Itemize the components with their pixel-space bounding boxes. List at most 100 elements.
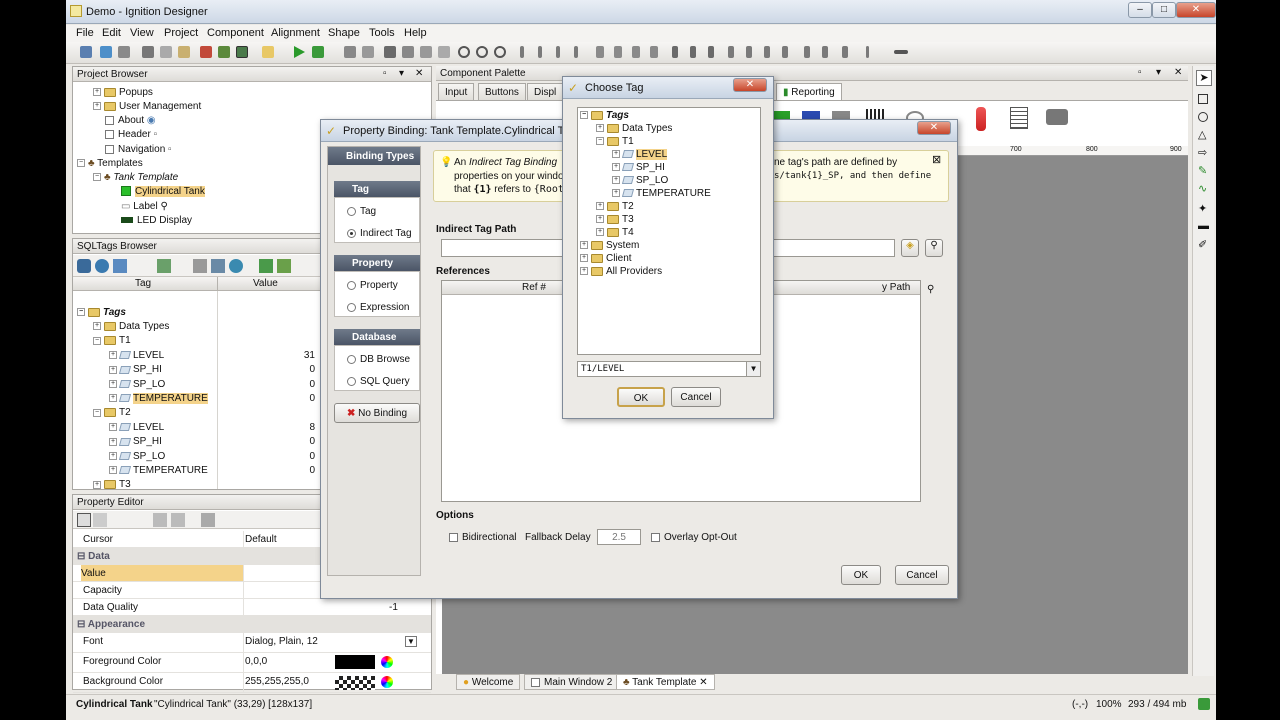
choose-temperature[interactable]: + TEMPERATURE bbox=[612, 188, 711, 199]
tag-browse-button[interactable]: ◈ bbox=[901, 239, 919, 257]
send-back-icon[interactable] bbox=[746, 46, 752, 58]
expand-icon[interactable]: + bbox=[109, 451, 117, 460]
choose-t1[interactable]: − T1 bbox=[596, 136, 634, 147]
tab-main-window-2[interactable]: Main Window 2 bbox=[524, 674, 620, 690]
tag-row[interactable]: + T3 bbox=[93, 479, 131, 490]
expand-icon[interactable]: − bbox=[93, 336, 101, 345]
overlay-opt-out-checkbox[interactable]: Overlay Opt-Out bbox=[651, 532, 737, 543]
tag-row[interactable]: + Data Types bbox=[93, 321, 169, 332]
palette-menu-icon[interactable]: ▾ bbox=[1156, 67, 1161, 78]
add-ref-icon[interactable]: ⚲ bbox=[927, 284, 934, 295]
choose-sp-lo[interactable]: + SP_LO bbox=[612, 175, 668, 186]
menu-shape[interactable]: Shape bbox=[328, 27, 360, 39]
binding-close-button[interactable]: ✕ bbox=[917, 121, 951, 135]
thermometer-icon[interactable] bbox=[976, 107, 986, 131]
flip-h-icon[interactable] bbox=[690, 46, 696, 58]
tree-item-header[interactable]: Header ▫ bbox=[105, 129, 157, 140]
rotate-icon[interactable] bbox=[672, 46, 678, 58]
dropdown-arrow-icon[interactable]: ▼ bbox=[746, 362, 760, 376]
dropdown-arrow-icon[interactable]: ▼ bbox=[405, 636, 417, 647]
radio-sql-query[interactable]: SQL Query bbox=[347, 376, 410, 387]
pointer-tool-icon[interactable]: ➤ bbox=[1196, 70, 1212, 86]
menu-component[interactable]: Component bbox=[207, 27, 264, 39]
export-icon[interactable] bbox=[277, 259, 291, 273]
radio-tag[interactable]: Tag bbox=[347, 206, 376, 217]
fallback-spinner[interactable]: 2.5 bbox=[597, 529, 641, 545]
sort-icon[interactable] bbox=[93, 513, 107, 527]
col-path[interactable]: y Path bbox=[882, 282, 910, 293]
tree-item-popups[interactable]: + Popups bbox=[93, 87, 153, 98]
menu-view[interactable]: View bbox=[130, 27, 154, 39]
tag-row[interactable]: − T2 bbox=[93, 407, 131, 418]
flip-v-icon[interactable] bbox=[708, 46, 714, 58]
menu-project[interactable]: Project bbox=[164, 27, 198, 39]
property-value[interactable]: Dialog, Plain, 12 bbox=[245, 636, 318, 647]
tab-display[interactable]: Displ bbox=[527, 83, 564, 100]
group-icon[interactable] bbox=[402, 46, 414, 58]
refresh-icon[interactable] bbox=[95, 259, 109, 273]
color-picker-icon[interactable] bbox=[381, 676, 393, 688]
col-ref[interactable]: Ref # bbox=[522, 282, 546, 293]
pencil-tool-icon[interactable]: ✎ bbox=[1198, 164, 1207, 177]
new-window-icon[interactable] bbox=[262, 46, 274, 58]
launch-icon[interactable] bbox=[312, 46, 324, 58]
align-center-icon[interactable] bbox=[538, 46, 542, 58]
tag-row[interactable]: + SP_HI bbox=[109, 364, 162, 375]
eyedropper-tool-icon[interactable]: ✐ bbox=[1198, 238, 1207, 251]
choose-ok-button[interactable]: OK bbox=[617, 387, 665, 407]
property-value[interactable]: -1 bbox=[389, 602, 398, 613]
preview-icon[interactable] bbox=[236, 46, 248, 58]
tab-input[interactable]: Input bbox=[438, 83, 475, 100]
tag-row[interactable]: + TEMPERATURE bbox=[109, 393, 208, 404]
color-swatch[interactable] bbox=[335, 676, 375, 690]
backward-icon[interactable] bbox=[782, 46, 788, 58]
color-swatch[interactable] bbox=[335, 655, 375, 669]
path-tool-icon[interactable]: ✦ bbox=[1198, 202, 1207, 215]
import-icon[interactable] bbox=[259, 259, 273, 273]
camera-icon[interactable] bbox=[1046, 109, 1068, 125]
tab-close-icon[interactable]: ✕ bbox=[699, 677, 707, 688]
menu-alignment[interactable]: Alignment bbox=[271, 27, 320, 39]
gradient-tool-icon[interactable]: ▬ bbox=[1198, 220, 1209, 232]
paste-icon[interactable] bbox=[178, 46, 190, 58]
basic-icon[interactable] bbox=[153, 513, 167, 527]
choose-cancel-button[interactable]: Cancel bbox=[671, 387, 721, 407]
col-tag[interactable]: Tag bbox=[135, 278, 151, 289]
radio-expression[interactable]: Expression bbox=[347, 302, 409, 313]
property-row[interactable]: Font Dialog, Plain, 12 ▼ bbox=[73, 633, 431, 653]
panel-close-icon[interactable]: ✕ bbox=[415, 68, 423, 79]
menu-file[interactable]: File bbox=[76, 27, 94, 39]
gc-icon[interactable] bbox=[1198, 698, 1210, 710]
tab-buttons[interactable]: Buttons bbox=[478, 83, 526, 100]
menu-help[interactable]: Help bbox=[404, 27, 427, 39]
panel-float-icon[interactable]: ▫ bbox=[383, 68, 387, 79]
radio-indirect-tag[interactable]: Indirect Tag bbox=[347, 228, 412, 239]
publish-icon[interactable] bbox=[100, 46, 112, 58]
tag-row[interactable]: + SP_LO bbox=[109, 451, 165, 462]
grid-icon[interactable] bbox=[384, 46, 396, 58]
width-icon[interactable] bbox=[894, 50, 908, 54]
choose-data-types[interactable]: + Data Types bbox=[596, 123, 672, 134]
info-close-icon[interactable]: ⊠ bbox=[932, 153, 941, 166]
tag-row[interactable]: − T1 bbox=[93, 335, 131, 346]
close-button[interactable]: ✕ bbox=[1176, 2, 1216, 18]
expand-icon[interactable]: + bbox=[109, 423, 117, 432]
bidirectional-checkbox[interactable]: Bidirectional bbox=[449, 532, 516, 543]
tree-item-navigation[interactable]: Navigation ▫ bbox=[105, 144, 172, 155]
radio-property[interactable]: Property bbox=[347, 280, 398, 291]
same-width-icon[interactable] bbox=[614, 46, 622, 58]
choose-all-providers[interactable]: + All Providers bbox=[580, 266, 662, 277]
tree-item-templates[interactable]: − ♣ Templates bbox=[77, 158, 143, 169]
property-group[interactable]: ⊟ Appearance bbox=[73, 616, 431, 633]
property-row[interactable]: Foreground Color 0,0,0 bbox=[73, 653, 431, 673]
layer-icon[interactable] bbox=[438, 46, 450, 58]
selected-tag-path[interactable]: T1/LEVEL ▼ bbox=[577, 361, 761, 377]
align-right-icon[interactable] bbox=[556, 46, 560, 58]
distribute-icon[interactable] bbox=[596, 46, 604, 58]
find-icon[interactable] bbox=[218, 46, 230, 58]
save-icon[interactable] bbox=[80, 46, 92, 58]
categorized-icon[interactable] bbox=[77, 513, 91, 527]
expand-icon[interactable]: + bbox=[109, 365, 117, 374]
customize-icon[interactable] bbox=[201, 513, 215, 527]
line-tool-icon[interactable]: ∿ bbox=[1198, 182, 1207, 195]
